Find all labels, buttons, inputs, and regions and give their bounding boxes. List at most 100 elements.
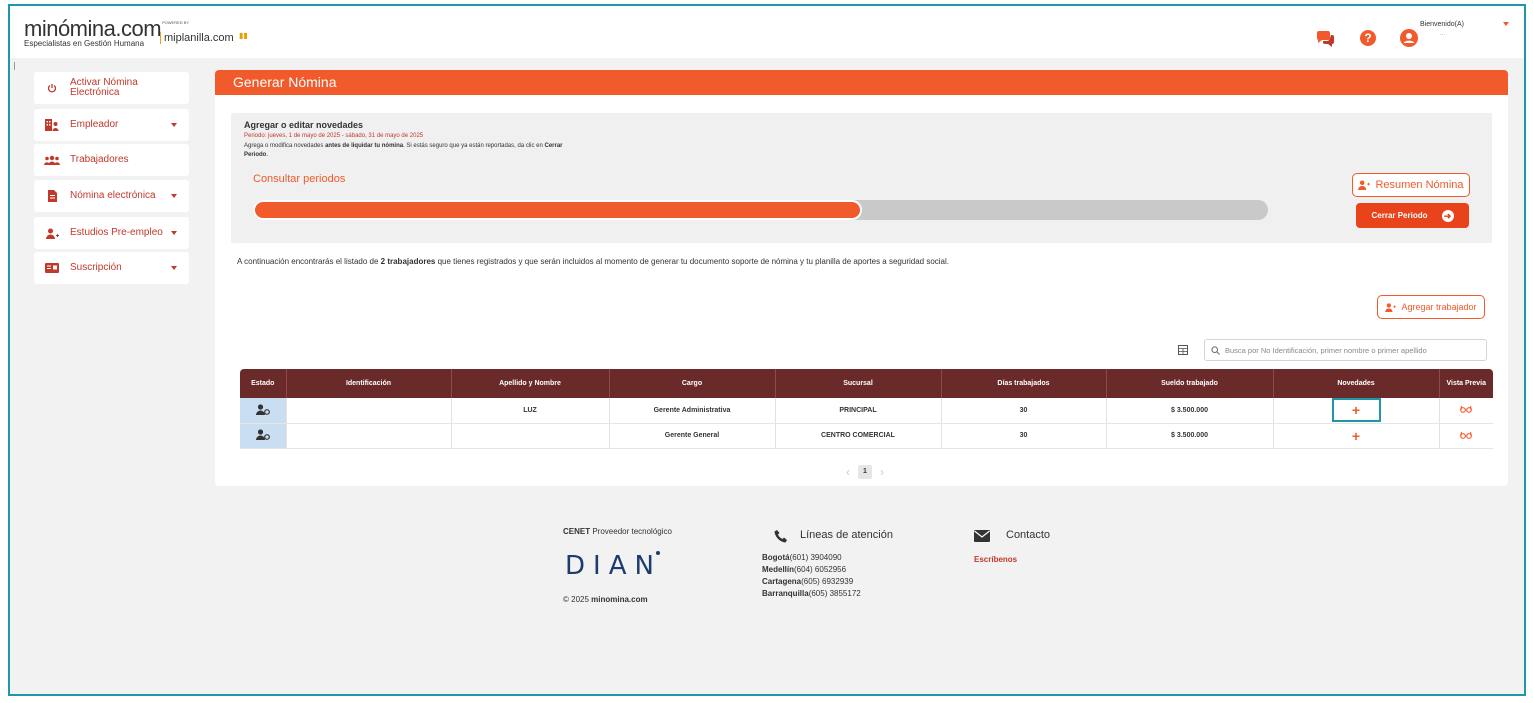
novedades-panel: Agregar o editar novedades Periodo: juev… [231,113,1492,243]
agregar-trabajador-button[interactable]: Agregar trabajador [1377,295,1485,319]
col-novedades[interactable]: Novedades [1273,369,1440,398]
add-novedad-button[interactable]: + [1331,398,1381,423]
page-1-button[interactable]: 1 [858,465,872,479]
agregar-trabajador-label: Agregar trabajador [1401,302,1477,312]
resumen-nomina-button[interactable]: Resumen Nómina [1352,173,1470,197]
user-avatar-icon[interactable] [1400,29,1418,47]
cerrar-periodo-button[interactable]: Cerrar Periodo ➜ [1356,203,1469,228]
progress-fill [253,200,862,220]
top-header: minómina.com Especialistas en Gestión Hu… [10,6,1524,58]
cerrar-periodo-label: Cerrar Periodo [1371,211,1428,220]
arrow-right-icon: ➜ [1441,209,1454,222]
help-icon[interactable]: ? [1360,30,1376,46]
contacto-title: Contacto [1006,529,1051,541]
export-excel-icon[interactable] [1178,345,1188,355]
partner-logo[interactable]: miplanilla.com [160,32,234,44]
glasses-icon[interactable] [1460,405,1473,414]
chevron-down-icon [171,266,177,270]
prev-page-button[interactable]: ‹ [846,465,850,479]
app-frame: minómina.com Especialistas en Gestión Hu… [8,4,1526,696]
phone-line: Medellín(604) 6052956 [762,565,847,574]
novedades-cell: + [1273,398,1440,424]
sidebar-item-suscripcion[interactable]: Suscripción [34,252,189,284]
footer-copyright: © 2025 minomina.com [563,595,648,604]
novedades-description: Agrega o modifica novedades antes de liq… [244,143,563,158]
name-cell [451,423,610,449]
chevron-down-icon[interactable] [1503,22,1509,26]
novedades-cell: + [1273,423,1440,449]
user-plus-icon [44,225,60,241]
sidebar-item-label: Trabajadores [70,154,129,165]
add-novedad-button[interactable]: + [1352,428,1360,444]
sidebar-item-trabajadores[interactable]: Trabajadores [34,144,189,176]
dian-logo: DIAN [565,551,662,581]
sidebar-item-label: Activar Nómina Electrónica [70,77,138,98]
user-plus-icon [1358,180,1371,190]
generar-nomina-card: Generar Nómina Agregar o editar novedade… [215,70,1508,486]
search-icon [1211,345,1220,355]
chevron-down-icon [171,194,177,198]
phone-line: Bogotá(601) 3904090 [762,553,842,562]
sidebar-item-activar-nomina[interactable]: Activar Nómina Electrónica [34,72,189,104]
user-settings-icon[interactable] [255,429,270,440]
id-cell [286,423,452,449]
escribenos-link[interactable]: Escríbenos [974,555,1017,564]
user-plus-icon [1385,302,1397,312]
col-cargo[interactable]: Cargo [609,369,776,398]
power-icon [44,80,60,96]
welcome-label: Bienvenido(A) [1420,21,1464,28]
estado-cell[interactable] [240,423,287,449]
sucursal-cell: CENTRO COMERCIAL [775,423,942,449]
period-label: Periodo: jueves, 1 de mayo de 2025 - sáb… [244,133,424,139]
vista-previa-cell [1439,423,1493,449]
logo-tagline: Especialistas en Gestión Humana [24,39,145,48]
sidebar-item-label: Suscripción [70,262,122,273]
estado-cell[interactable] [240,398,287,424]
user-settings-icon[interactable] [255,404,270,415]
chat-icon[interactable] [1315,28,1335,48]
col-sueldo-trabajado[interactable]: Sueldo trabajado [1106,369,1274,398]
dias-cell: 30 [941,398,1107,424]
col-vista-previa[interactable]: Vista Previa [1439,369,1493,398]
lineas-atencion-title: Líneas de atención [800,529,893,541]
workers-table: Estado Identificación Apellido y Nombre … [240,369,1493,449]
vista-previa-cell [1439,398,1493,424]
sidebar-item-estudios-pre-empleo[interactable]: Estudios Pre-empleo [34,217,189,249]
sidebar-item-label: Estudios Pre-empleo [70,227,163,238]
col-apellido-nombre[interactable]: Apellido y Nombre [451,369,610,398]
search-input[interactable] [1225,345,1475,355]
consultar-periodos-link[interactable]: Consultar periodos [253,173,345,185]
next-page-button[interactable]: › [880,465,884,479]
pagination: ‹ 1 › [835,464,895,480]
sidebar-item-empleador[interactable]: Empleador [34,109,189,141]
chevron-down-icon [171,123,177,127]
intro-text: A continuación encontrarás el listado de… [237,257,950,266]
divider [14,62,15,70]
id-cell [286,398,452,424]
footer-cenet: CENET Proveedor tecnológico [563,527,672,536]
page-title: Generar Nómina [215,70,1508,95]
name-cell: LUZ [451,398,610,424]
envelope-icon [974,530,990,542]
welcome-username: ... [1440,31,1446,37]
col-identificacion[interactable]: Identificación [286,369,452,398]
table-header-row: Estado Identificación Apellido y Nombre … [240,369,1493,398]
glasses-icon[interactable] [1460,431,1473,439]
employer-icon [44,117,60,133]
sidebar-item-label: Nómina electrónica [70,190,156,201]
cargo-cell: Gerente Administrativa [609,398,776,424]
col-sucursal[interactable]: Sucursal [775,369,942,398]
table-row: LUZ Gerente Administrativa PRINCIPAL 30 … [240,398,1493,424]
col-dias-trabajados[interactable]: Días trabajados [941,369,1107,398]
resumen-nomina-label: Resumen Nómina [1375,179,1464,191]
search-box[interactable] [1204,339,1487,361]
card-icon [44,260,60,276]
phone-line: Barranquilla(605) 3855172 [762,589,861,598]
phone-line: Cartagena(605) 6932939 [762,577,854,586]
sueldo-cell: $ 3.500.000 [1106,398,1274,424]
sidebar-item-nomina-electronica[interactable]: Nómina electrónica [34,180,189,212]
chevron-down-icon [171,231,177,235]
phone-icon [774,530,787,543]
novedades-title: Agregar o editar novedades [244,120,364,130]
col-estado[interactable]: Estado [240,369,287,398]
